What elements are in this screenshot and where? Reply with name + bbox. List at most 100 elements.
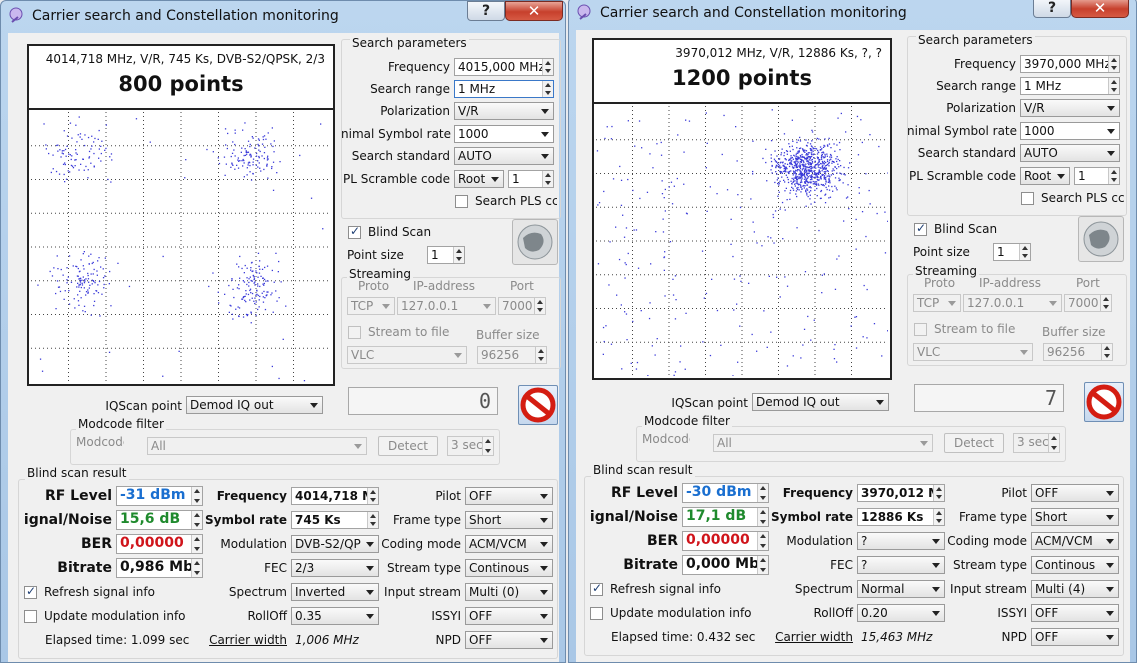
pl-code-input[interactable]: 1 (508, 170, 554, 188)
stop-button[interactable] (518, 385, 558, 425)
npd-select[interactable]: OFF (1031, 628, 1119, 646)
buffer-size-input[interactable]: 96256 (477, 346, 547, 364)
title-bar[interactable]: Carrier search and Constellation monitor… (569, 0, 1136, 30)
close-button[interactable]: ✕ (505, 1, 563, 21)
help-button[interactable]: ? (1033, 0, 1071, 18)
bitrate-spinner[interactable] (757, 556, 768, 574)
pilot-select[interactable]: OFF (1031, 484, 1119, 502)
fec-select[interactable]: ? (857, 556, 945, 574)
rolloff-select[interactable]: 0.35 (291, 607, 379, 625)
buffer-size-input[interactable]: 96256 (1043, 343, 1113, 361)
polarization-select[interactable]: V/R (454, 102, 554, 120)
point-size-input[interactable]: 1 (427, 246, 465, 264)
point-size-spinner[interactable] (453, 247, 464, 263)
pl-code-spinner[interactable] (1108, 168, 1119, 184)
stream-to-file-checkbox[interactable] (914, 323, 927, 336)
npd-select[interactable]: OFF (465, 631, 553, 649)
modcode-time-spinner[interactable] (482, 437, 493, 455)
frequency-input[interactable]: 4015,000 MHz (454, 58, 554, 76)
frame-type-select[interactable]: Short (1031, 508, 1119, 526)
port-spinner[interactable] (534, 298, 545, 314)
buffer-size-spinner[interactable] (535, 347, 546, 363)
search-range-spinner[interactable] (1108, 78, 1119, 94)
symbol-rate-select[interactable]: 1000 (1020, 122, 1120, 140)
modcode-time-spinner[interactable] (1048, 434, 1059, 452)
help-button[interactable]: ? (467, 1, 505, 21)
spectrum-select[interactable]: Normal (857, 580, 945, 598)
refresh-signal-checkbox[interactable]: ✓ (590, 581, 603, 596)
pl-mode-select[interactable]: Root (1020, 167, 1070, 185)
modcode-select[interactable]: All (713, 434, 933, 452)
port-input[interactable]: 7000 (498, 297, 546, 315)
modulation-select[interactable]: ? (857, 532, 945, 550)
ber-spinner[interactable] (757, 532, 768, 550)
proto-select[interactable]: TCP (913, 294, 961, 312)
frequency-spinner[interactable] (1108, 56, 1119, 72)
close-button[interactable]: ✕ (1071, 0, 1129, 18)
stop-button[interactable] (1084, 382, 1124, 422)
search-range-input[interactable]: 1 MHz (454, 80, 554, 98)
point-size-spinner[interactable] (1019, 244, 1030, 260)
globe-logo-button[interactable] (1078, 216, 1124, 262)
issyi-select[interactable]: OFF (465, 607, 553, 625)
result-frequency-spinner[interactable] (367, 488, 378, 504)
rolloff-select[interactable]: 0.20 (857, 604, 945, 622)
bitrate-spinner[interactable] (191, 559, 202, 577)
frequency-spinner[interactable] (542, 59, 553, 75)
player-select[interactable]: VLC (913, 343, 1033, 361)
modcode-time-input[interactable]: 3 sec (447, 436, 494, 456)
stream-type-select[interactable]: Continous (465, 559, 553, 577)
blind-scan-checkbox[interactable]: ✓ (914, 221, 927, 236)
title-bar[interactable]: Carrier search and Constellation monitor… (1, 1, 565, 33)
search-standard-select[interactable]: AUTO (454, 147, 554, 165)
rf-level-spinner[interactable] (191, 487, 202, 505)
input-stream-select[interactable]: Multi (0) (465, 583, 553, 601)
spectrum-select[interactable]: Inverted (291, 583, 379, 601)
pl-code-spinner[interactable] (542, 171, 553, 187)
pl-mode-select[interactable]: Root (454, 170, 504, 188)
search-range-input[interactable]: 1 MHz (1020, 77, 1120, 95)
detect-button[interactable]: Detect (944, 433, 1004, 453)
iq-scan-select[interactable]: Demod IQ out (186, 396, 323, 414)
result-symbol-rate-spinner[interactable] (933, 509, 944, 525)
iq-scan-select[interactable]: Demod IQ out (752, 393, 889, 411)
stream-type-select[interactable]: Continous (1031, 556, 1119, 574)
blind-scan-checkbox[interactable]: ✓ (348, 224, 361, 239)
coding-mode-select[interactable]: ACM/VCM (465, 535, 553, 553)
point-size-input[interactable]: 1 (993, 243, 1031, 261)
result-frequency-spinner[interactable] (933, 485, 944, 501)
symbol-rate-select[interactable]: 1000 (454, 125, 554, 143)
signal-noise-spinner[interactable] (757, 508, 768, 526)
frequency-input[interactable]: 3970,000 MHz (1020, 55, 1120, 73)
refresh-signal-checkbox[interactable]: ✓ (24, 584, 37, 599)
pilot-select[interactable]: OFF (465, 487, 553, 505)
search-standard-select[interactable]: AUTO (1020, 144, 1120, 162)
input-stream-select[interactable]: Multi (4) (1031, 580, 1119, 598)
update-modulation-checkbox[interactable] (590, 607, 603, 620)
fec-select[interactable]: 2/3 (291, 559, 379, 577)
update-modulation-checkbox[interactable] (24, 610, 37, 623)
modulation-select[interactable]: DVB-S2/QP (291, 535, 379, 553)
player-select[interactable]: VLC (347, 346, 467, 364)
issyi-select[interactable]: OFF (1031, 604, 1119, 622)
modcode-select[interactable]: All (147, 437, 367, 455)
ip-address-select[interactable]: 127.0.0.1 (963, 294, 1062, 312)
search-pls-checkbox[interactable] (1021, 192, 1034, 205)
modcode-time-input[interactable]: 3 sec (1013, 433, 1060, 453)
coding-mode-select[interactable]: ACM/VCM (1031, 532, 1119, 550)
search-pls-checkbox[interactable] (455, 195, 468, 208)
detect-button[interactable]: Detect (378, 436, 438, 456)
signal-noise-spinner[interactable] (191, 511, 202, 529)
proto-select[interactable]: TCP (347, 297, 395, 315)
ber-spinner[interactable] (191, 535, 202, 553)
ip-address-select[interactable]: 127.0.0.1 (397, 297, 496, 315)
result-symbol-rate-spinner[interactable] (367, 512, 378, 528)
pl-code-input[interactable]: 1 (1074, 167, 1120, 185)
polarization-select[interactable]: V/R (1020, 99, 1120, 117)
search-range-spinner[interactable] (542, 81, 553, 97)
buffer-size-spinner[interactable] (1101, 344, 1112, 360)
rf-level-spinner[interactable] (757, 484, 768, 502)
stream-to-file-checkbox[interactable] (348, 326, 361, 339)
port-spinner[interactable] (1100, 295, 1111, 311)
frame-type-select[interactable]: Short (465, 511, 553, 529)
